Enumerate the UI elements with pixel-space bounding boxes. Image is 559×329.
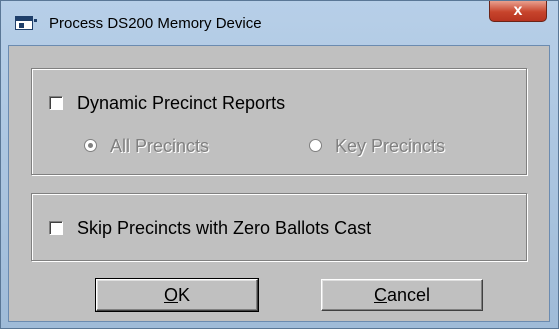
dialog-client-area: Dynamic Precinct Reports All Precincts K… [8,45,550,322]
close-button[interactable]: x [489,1,547,22]
dynamic-precinct-reports-checkbox[interactable] [49,96,63,110]
skip-zero-ballots-label: Skip Precincts with Zero Ballots Cast [77,218,372,238]
window-title: Process DS200 Memory Device [49,15,262,32]
key-precincts-label: Key Precincts [335,136,446,156]
dialog-window: Process DS200 Memory Device x Dynamic Pr… [0,0,559,329]
cancel-label-rest: ancel [386,285,431,305]
skip-zero-ballots-checkbox[interactable] [49,221,63,235]
radio-selected-dot [88,143,93,148]
close-icon: x [513,2,523,19]
cancel-button[interactable]: Cancel [321,279,483,311]
cancel-mnemonic: C [373,285,387,305]
ok-button[interactable]: OK [95,278,259,312]
all-precincts-radio[interactable] [84,139,97,152]
all-precincts-label: All Precincts [110,136,210,156]
ok-label-rest: K [178,285,191,305]
report-options-group: Dynamic Precinct Reports All Precincts K… [31,68,527,175]
title-bar[interactable]: Process DS200 Memory Device x [1,1,558,45]
dynamic-precinct-reports-label: Dynamic Precinct Reports [77,93,286,113]
skip-options-group: Skip Precincts with Zero Ballots Cast [31,193,527,261]
ok-mnemonic: O [163,285,178,305]
app-icon [15,16,37,30]
key-precincts-radio[interactable] [309,139,322,152]
